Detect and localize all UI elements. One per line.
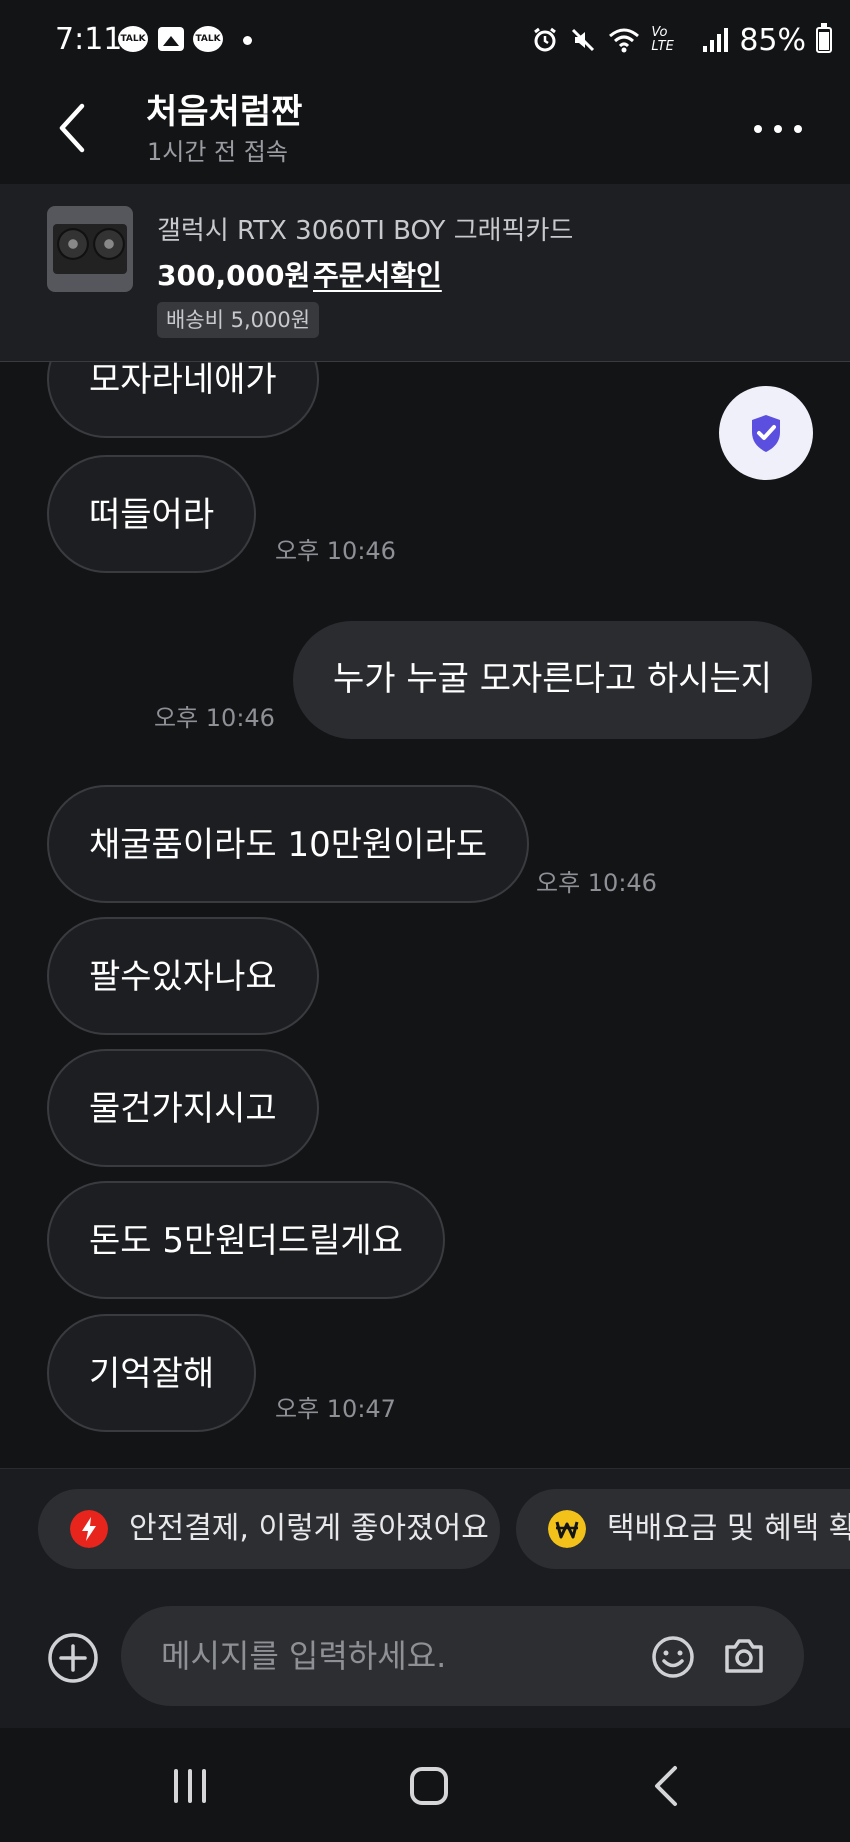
chat-header: 처음처럼짠 1시간 전 접속 <box>0 84 850 184</box>
system-nav-bar <box>0 1728 850 1842</box>
home-icon[interactable] <box>410 1767 448 1805</box>
signal-icon <box>703 28 729 52</box>
nav-back-icon[interactable] <box>651 1764 681 1808</box>
message-time: 오후 10:47 <box>275 1395 396 1423</box>
product-price: 300,000원 <box>157 259 311 292</box>
suggestion-chip-safe-payment[interactable]: 안전결제, 이렇게 좋아졌어요 <box>38 1489 500 1569</box>
camera-icon[interactable] <box>722 1634 766 1678</box>
talk-icon: TALK <box>193 26 223 52</box>
back-arrow-icon[interactable] <box>52 98 92 158</box>
message-bubble-incoming: 기억잘해 <box>47 1314 257 1432</box>
gallery-icon <box>158 27 184 51</box>
status-bar: 7:11 TALK TALK Vo LTE 85% <box>0 0 850 84</box>
notification-dot-icon <box>243 36 252 45</box>
mute-icon <box>572 28 595 52</box>
recents-icon[interactable] <box>170 1768 210 1804</box>
product-info-bar[interactable]: 갤럭시 RTX 3060TI BOY 그래픽카드 300,000원 주문서확인 … <box>0 184 850 362</box>
won-icon <box>548 1510 586 1548</box>
message-bubble-incoming: 물건가지시고 <box>47 1049 319 1167</box>
last-seen-status: 1시간 전 접속 <box>147 138 288 166</box>
message-time: 오후 10:46 <box>275 537 396 565</box>
battery-icon <box>816 23 832 53</box>
message-time: 오후 10:46 <box>536 869 657 897</box>
message-bubble-outgoing: 누가 누굴 모자른다고 하시는지 <box>293 621 813 739</box>
message-bubble-incoming: 떠들어라 <box>47 455 257 573</box>
message-bubble-incoming: 팔수있자나요 <box>47 917 319 1035</box>
chat-partner-name: 처음처럼짠 <box>146 92 303 132</box>
more-options-icon[interactable] <box>754 114 802 144</box>
chat-messages[interactable]: 모자라네애가 떠들어라 오후 10:46 누가 누굴 모자른다고 하시는지 오후… <box>0 362 850 1468</box>
battery-percent: 85% <box>739 22 806 58</box>
suggestion-chips-bar: 안전결제, 이렇게 좋아졌어요 택배요금 및 혜택 확인 <box>0 1468 850 1596</box>
wifi-icon <box>609 28 640 53</box>
message-bubble-incoming: 모자라네애가 <box>47 362 319 438</box>
message-bubble-incoming: 채굴품이라도 10만원이라도 <box>47 785 530 903</box>
message-composer <box>0 1596 850 1728</box>
message-input[interactable] <box>121 1606 804 1706</box>
order-confirm-link[interactable]: 주문서확인 <box>313 254 442 294</box>
lightning-icon <box>70 1510 108 1548</box>
suggestion-chip-shipping-fee[interactable]: 택배요금 및 혜택 확인 <box>516 1489 850 1569</box>
product-name: 갤럭시 RTX 3060TI BOY 그래픽카드 <box>157 216 574 246</box>
emoji-icon[interactable] <box>651 1635 695 1679</box>
message-bubble-incoming: 돈도 5만원더드릴게요 <box>47 1181 445 1299</box>
plus-circle-icon[interactable] <box>47 1632 99 1684</box>
alarm-icon <box>534 27 557 52</box>
shipping-fee-badge: 배송비 5,000원 <box>157 302 320 338</box>
product-thumbnail[interactable] <box>47 206 133 292</box>
volte-label: Vo LTE <box>651 25 674 54</box>
safety-shield-button[interactable] <box>719 386 813 480</box>
status-time: 7:11 <box>55 22 123 57</box>
status-icons: Vo LTE 85% <box>531 22 832 58</box>
shield-check-icon <box>752 415 780 452</box>
message-time: 오후 10:46 <box>154 704 275 732</box>
talk-icon: TALK <box>118 26 148 52</box>
